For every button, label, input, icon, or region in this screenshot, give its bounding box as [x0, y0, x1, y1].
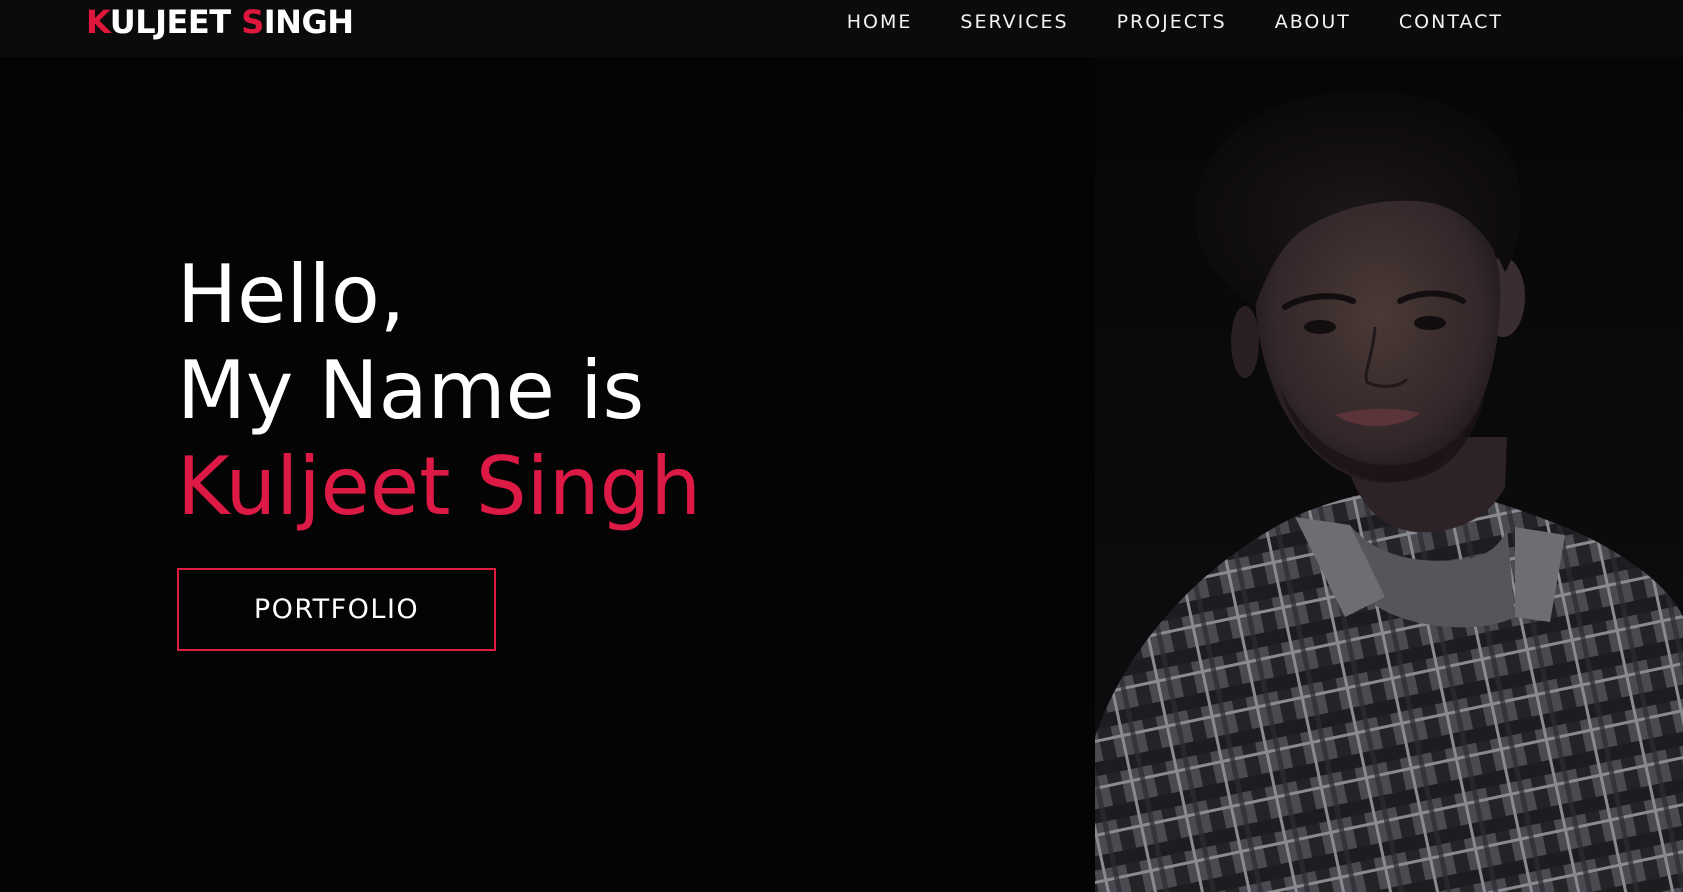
- hero-portrait-photo: [1095, 57, 1683, 892]
- nav-item-services[interactable]: SERVICES: [960, 11, 1068, 33]
- logo-first-name: ULJEET: [109, 3, 231, 41]
- hero-name: Kuljeet Singh: [177, 440, 702, 533]
- hero-heading: Hello, My Name is Kuljeet Singh: [177, 247, 701, 535]
- logo-initial-s: S: [241, 3, 264, 41]
- main-nav: HOME SERVICES PROJECTS ABOUT CONTACT: [847, 0, 1503, 44]
- hero-section: Hello, My Name is Kuljeet Singh PORTFOLI…: [0, 57, 1683, 892]
- navbar: KULJEET SINGH HOME SERVICES PROJECTS ABO…: [0, 0, 1683, 57]
- nav-item-about[interactable]: ABOUT: [1275, 11, 1351, 33]
- logo-last-name: INGH: [263, 3, 354, 41]
- logo-initial-k: K: [86, 3, 110, 41]
- portfolio-button[interactable]: PORTFOLIO: [177, 568, 496, 651]
- nav-item-home[interactable]: HOME: [847, 11, 913, 33]
- portrait-illustration: [1095, 91, 1683, 892]
- hero-intro: My Name is: [177, 344, 645, 437]
- hero-greeting: Hello,: [177, 248, 406, 341]
- nav-item-projects[interactable]: PROJECTS: [1117, 11, 1227, 33]
- nav-item-contact[interactable]: CONTACT: [1399, 11, 1503, 33]
- site-logo[interactable]: KULJEET SINGH: [86, 2, 354, 42]
